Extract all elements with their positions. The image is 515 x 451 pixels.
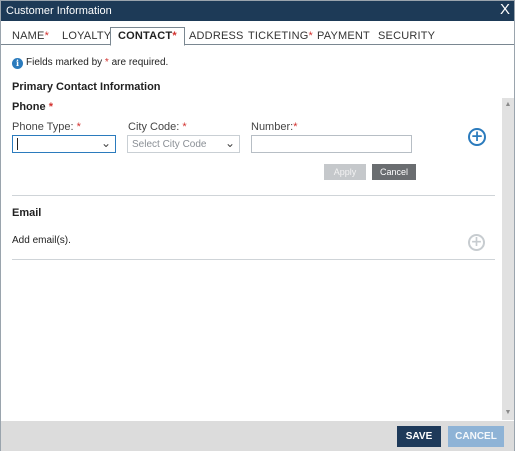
- divider: [12, 195, 495, 196]
- save-button[interactable]: SAVE: [397, 426, 441, 447]
- chevron-down-icon[interactable]: ⌄: [225, 136, 235, 150]
- phone-title-text: Phone: [12, 101, 46, 113]
- tab-label: CONTACT: [118, 30, 173, 42]
- divider: [12, 259, 495, 260]
- number-label-text: Number:: [251, 121, 294, 133]
- tab-address[interactable]: ADDRESS: [189, 27, 244, 45]
- primary-contact-title: Primary Contact Information: [12, 81, 161, 93]
- chevron-down-icon[interactable]: ⌄: [101, 136, 111, 150]
- tab-security[interactable]: SECURITY: [378, 27, 435, 45]
- tab-label: TICKETING: [248, 30, 309, 42]
- add-circle-icon[interactable]: +: [468, 128, 486, 146]
- scroll-up-icon[interactable]: ▲: [504, 101, 512, 109]
- close-icon[interactable]: X: [500, 2, 510, 18]
- phone-number-input[interactable]: [251, 135, 412, 153]
- phone-type-select[interactable]: ⌄: [12, 135, 116, 153]
- contact-scroll-area[interactable]: Phone * Phone Type: * ⌄ City Code: * Sel…: [1, 98, 514, 420]
- required-fields-notice: i Fields marked by * are required.: [12, 57, 168, 69]
- tab-ticketing[interactable]: TICKETING*: [248, 27, 313, 45]
- apply-button[interactable]: Apply: [324, 164, 366, 180]
- notice-text-after: are required.: [111, 57, 169, 68]
- tab-label: ADDRESS: [189, 30, 244, 42]
- customer-information-dialog: Customer Information X NAME* LOYALTY CON…: [0, 0, 515, 451]
- required-marker: *: [44, 30, 50, 42]
- phone-type-label: Phone Type: *: [12, 121, 81, 133]
- tab-label: NAME: [12, 30, 45, 42]
- required-marker: *: [308, 30, 313, 42]
- required-marker: *: [76, 121, 81, 133]
- required-marker: *: [172, 30, 177, 42]
- text-cursor: [17, 138, 18, 150]
- vertical-scrollbar[interactable]: ▲ ▼: [502, 98, 514, 420]
- cancel-button[interactable]: CANCEL: [448, 426, 504, 447]
- required-marker: *: [182, 121, 187, 133]
- city-code-label: City Code: *: [128, 121, 187, 133]
- required-marker: *: [293, 121, 298, 133]
- phone-type-label-text: Phone Type:: [12, 121, 74, 133]
- dialog-footer: SAVE CANCEL: [1, 421, 514, 451]
- tab-label: PAYMENT: [317, 30, 370, 42]
- tab-contact[interactable]: CONTACT*: [110, 27, 185, 46]
- email-section-title: Email: [12, 207, 42, 219]
- tab-label: SECURITY: [378, 30, 436, 42]
- city-code-placeholder: Select City Code: [132, 139, 207, 150]
- info-icon: i: [12, 58, 23, 69]
- tab-bar: NAME* LOYALTY CONTACT* ADDRESS TICKETING…: [1, 27, 514, 46]
- title-bar: Customer Information X: [1, 1, 514, 21]
- phone-section-title: Phone *: [12, 101, 53, 113]
- tab-loyalty[interactable]: LOYALTY: [62, 27, 111, 45]
- tab-payment[interactable]: PAYMENT: [317, 27, 370, 45]
- window-title: Customer Information: [6, 5, 112, 17]
- add-email-text: Add email(s).: [12, 235, 71, 246]
- number-label: Number:*: [251, 121, 297, 133]
- city-code-select[interactable]: Select City Code ⌄: [127, 135, 240, 153]
- add-circle-icon: +: [468, 234, 485, 251]
- phone-cancel-button[interactable]: Cancel: [372, 164, 416, 180]
- required-marker: *: [48, 101, 53, 113]
- required-marker: *: [104, 57, 109, 68]
- city-code-label-text: City Code:: [128, 121, 180, 133]
- scroll-down-icon[interactable]: ▼: [504, 409, 512, 417]
- tab-label: LOYALTY: [62, 30, 112, 42]
- notice-text-before: Fields marked by: [26, 57, 103, 68]
- tab-name[interactable]: NAME*: [12, 27, 49, 45]
